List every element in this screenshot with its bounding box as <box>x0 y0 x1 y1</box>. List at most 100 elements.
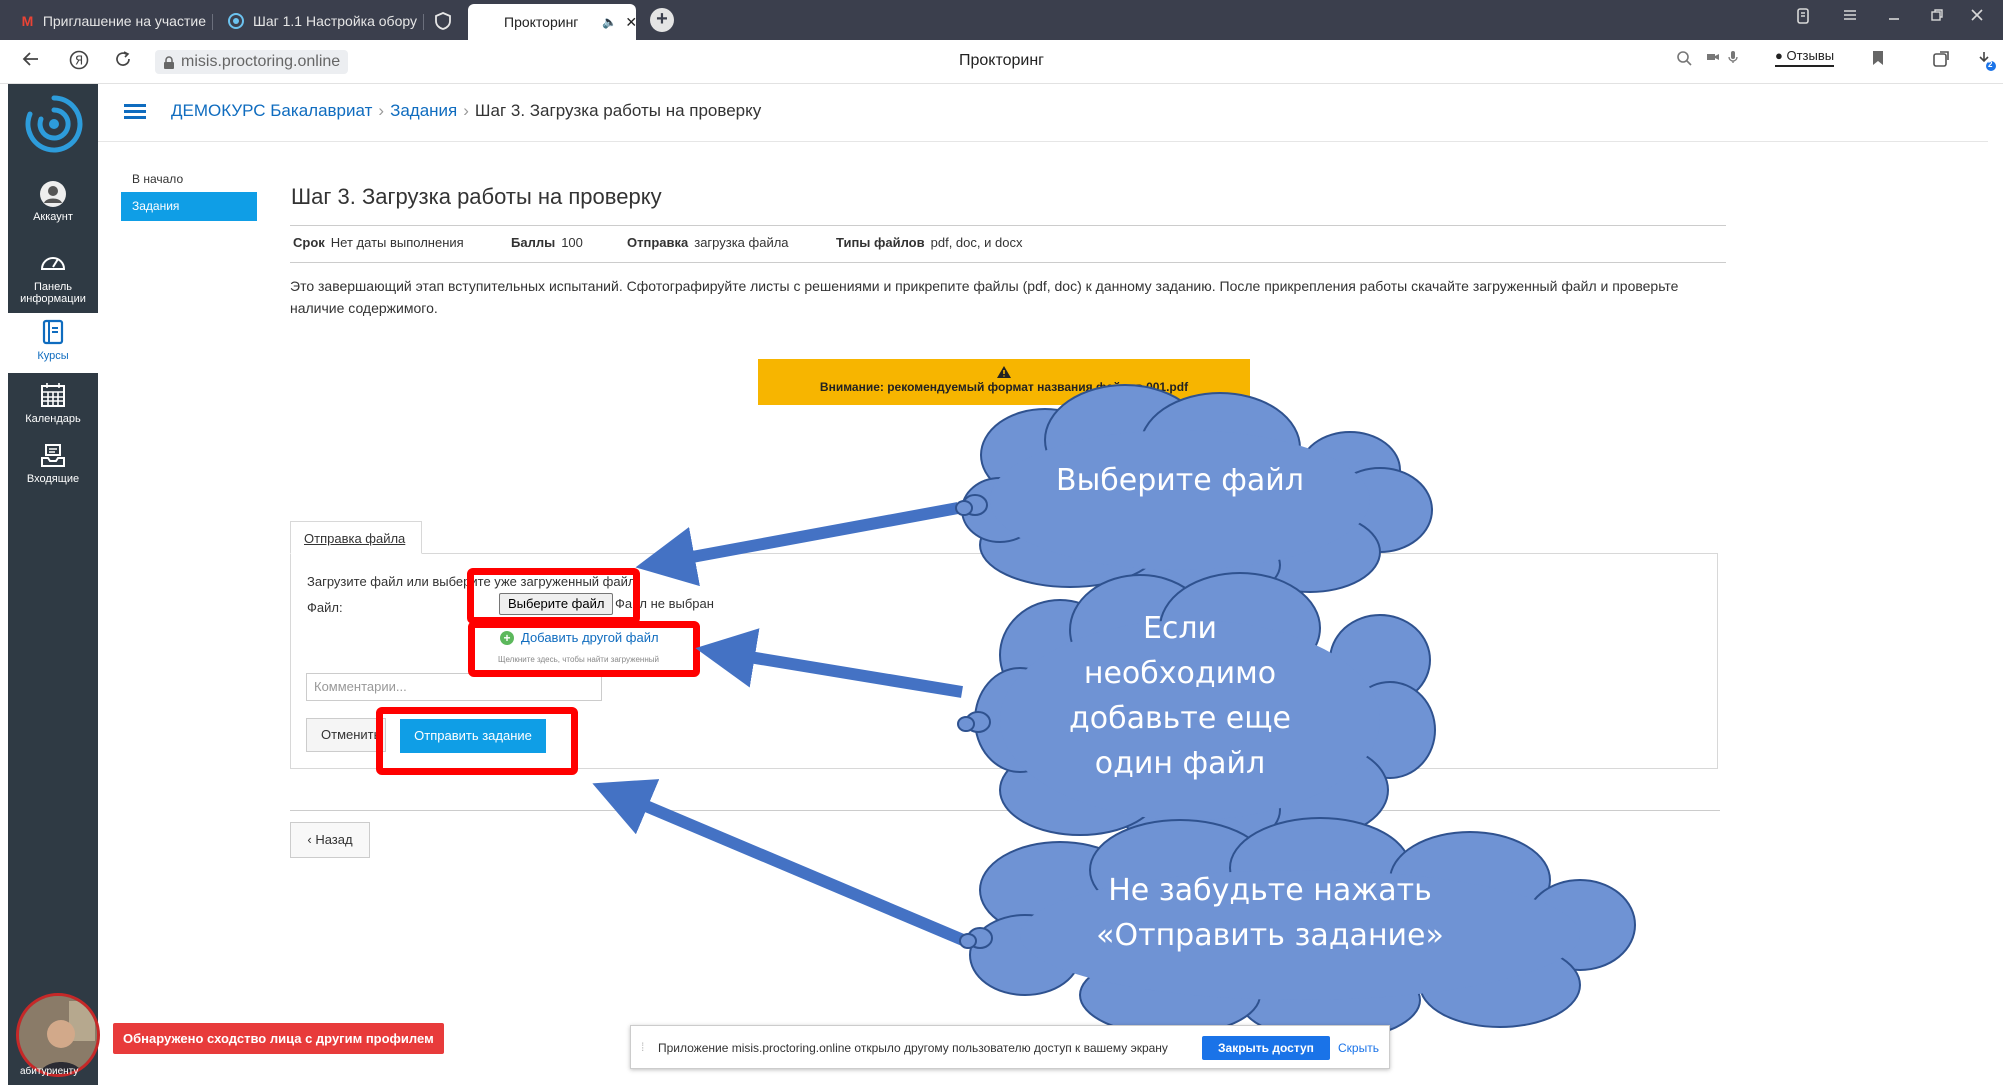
bookmark-icon[interactable] <box>1872 50 1884 71</box>
breadcrumb-separator: › <box>378 101 385 120</box>
meta-label: Срок <box>293 235 325 250</box>
close-tab-icon[interactable]: ✕ <box>625 14 636 31</box>
hide-link[interactable]: Скрыть <box>1338 1041 1379 1055</box>
reviews-button[interactable]: ● Отзывы <box>1775 48 1835 67</box>
menu-icon[interactable] <box>1842 8 1858 27</box>
lock-icon <box>163 54 175 69</box>
gmail-icon: M <box>21 13 34 29</box>
tab-invitation[interactable]: M Приглашение на участие <box>20 6 206 36</box>
minimize-icon[interactable] <box>1887 8 1901 27</box>
restore-icon[interactable] <box>1930 8 1944 27</box>
proctoring-site-icon <box>227 12 245 30</box>
callout-line: Не забудьте нажать <box>1108 873 1432 908</box>
meta-label: Типы файлов <box>836 235 925 250</box>
reload-icon[interactable] <box>114 50 132 74</box>
breadcrumb: ДЕМОКУРС Бакалавриат › Задания › Шаг 3. Загр… <box>171 101 761 121</box>
callout-line: добавьте еще <box>1069 701 1291 736</box>
proctoring-logo[interactable] <box>22 92 86 156</box>
callout-choose-text: Выберите файл <box>1056 463 1304 498</box>
tab-separator <box>212 14 213 30</box>
sidebar-item-inbox[interactable]: Входящие <box>8 442 98 500</box>
sidebar-item-account[interactable]: Аккаунт <box>8 180 98 236</box>
tab-file-submission[interactable]: Отправка файла <box>290 521 422 554</box>
leftnav-assignments[interactable]: Задания <box>121 192 257 221</box>
tab-label: Шаг 1.1 Настройка обору <box>253 13 417 29</box>
audio-icon[interactable]: 🔈 <box>602 15 617 29</box>
callout-add-text: Если необходимо добавьте еще один файл <box>1030 606 1330 786</box>
cancel-button[interactable]: Отменить <box>306 718 386 752</box>
callout-line: Если <box>1142 611 1218 646</box>
close-access-button[interactable]: Закрыть доступ <box>1202 1036 1330 1060</box>
highlight-choose-file <box>467 568 640 624</box>
meta-label: Отправка <box>627 235 689 250</box>
dashboard-gauge-icon <box>39 250 67 278</box>
tab-proctoring[interactable]: Прокторинг 🔈 ✕ <box>468 4 636 40</box>
face-match-alert: Обнаружено сходство лица с другим профил… <box>113 1023 444 1054</box>
warning-banner: Внимание: рекомендуемый формат названия … <box>758 359 1250 405</box>
close-window-icon[interactable] <box>1970 8 1984 27</box>
extensions-icon[interactable] <box>1932 50 1950 73</box>
footer-divider <box>290 810 1720 811</box>
camera-icon[interactable] <box>1706 50 1720 68</box>
collections-icon[interactable] <box>1795 8 1811 29</box>
reviews-label: Отзывы <box>1786 48 1835 63</box>
breadcrumb-separator: › <box>463 101 469 120</box>
courses-icon <box>39 319 67 347</box>
highlight-submit <box>376 707 578 775</box>
tab-label: Прокторинг <box>504 14 579 30</box>
tab-shield[interactable] <box>434 6 464 36</box>
callout-line: необходимо <box>1083 656 1277 691</box>
new-tab-button[interactable]: + <box>650 8 674 32</box>
back-button[interactable]: ‹ Назад <box>290 822 370 858</box>
tab-setup-step[interactable]: Шаг 1.1 Настройка обору <box>227 6 417 36</box>
shield-icon <box>434 12 452 30</box>
meta-value: pdf, doc, и docx <box>930 235 1023 250</box>
meta-divider-bottom <box>290 262 1726 263</box>
yandex-icon[interactable]: Я <box>69 50 89 76</box>
screen-share-bar: ⁞ Приложение misis.proctoring.online отк… <box>630 1025 1390 1069</box>
callout-submit-text: Не забудьте нажать «Отправить задание» <box>1060 868 1480 958</box>
callout-line: один файл <box>1094 746 1266 781</box>
inbox-icon <box>39 442 67 470</box>
hamburger-menu-icon[interactable] <box>124 104 146 120</box>
chat-bubble-icon: ● <box>1775 48 1783 63</box>
browser-tabbar: M Приглашение на участие Шаг 1.1 Настрой… <box>0 0 2003 40</box>
meta-deadline: Срок Нет даты выполнения <box>293 235 464 250</box>
meta-divider-top <box>290 225 1726 226</box>
breadcrumb-section[interactable]: Задания <box>390 101 457 120</box>
sidebar-item-label: Календарь <box>25 413 81 425</box>
breadcrumb-course[interactable]: ДЕМОКУРС Бакалавриат <box>171 101 372 120</box>
leftnav-home-link[interactable]: В начало <box>132 172 183 186</box>
microphone-icon[interactable] <box>1728 50 1738 69</box>
back-arrow-icon[interactable] <box>22 50 40 74</box>
highlight-add-file <box>468 621 700 677</box>
page-title: Шаг 3. Загрузка работы на проверку <box>291 184 662 209</box>
assignment-description: Это завершающий этап вступительных испыт… <box>290 278 1679 316</box>
file-label: Файл: <box>307 600 343 615</box>
svg-text:Я: Я <box>75 54 83 68</box>
meta-value: Нет даты выполнения <box>330 235 464 250</box>
search-icon[interactable] <box>1676 50 1692 71</box>
sidebar-item-label: Курсы <box>37 350 69 362</box>
sidebar-item-courses[interactable]: Курсы <box>8 313 98 373</box>
warning-text: Внимание: рекомендуемый формат названия … <box>819 380 1189 394</box>
lms-sidebar: Аккаунт Панель информации Курсы Календар… <box>8 84 98 1085</box>
sidebar-item-dashboard[interactable]: Панель информации <box>8 250 98 308</box>
breadcrumb-current: Шаг 3. Загрузка работы на проверку <box>474 101 762 120</box>
meta-submission: Отправка загрузка файла <box>627 235 789 250</box>
meta-value: 100 <box>561 235 583 250</box>
comment-input[interactable]: Комментарии... <box>306 673 602 701</box>
url-field[interactable]: misis.proctoring.online <box>155 50 349 74</box>
share-message: Приложение misis.proctoring.online откры… <box>658 1041 1168 1055</box>
webcam-preview[interactable] <box>16 993 100 1077</box>
meta-points: Баллы 100 <box>511 235 583 250</box>
drag-handle-icon[interactable]: ⁞ <box>641 1040 644 1054</box>
callout-line: «Отправить задание» <box>1096 918 1444 953</box>
sidebar-item-label: Панель информации <box>20 281 86 305</box>
download-count: 2 <box>1988 60 1993 69</box>
warning-triangle-icon <box>996 365 1012 379</box>
sidebar-item-calendar[interactable]: Календарь <box>8 382 98 440</box>
download-icon[interactable]: 2 <box>1978 50 1998 77</box>
user-avatar-icon <box>39 180 67 208</box>
sidebar-item-label: Входящие <box>26 473 80 485</box>
